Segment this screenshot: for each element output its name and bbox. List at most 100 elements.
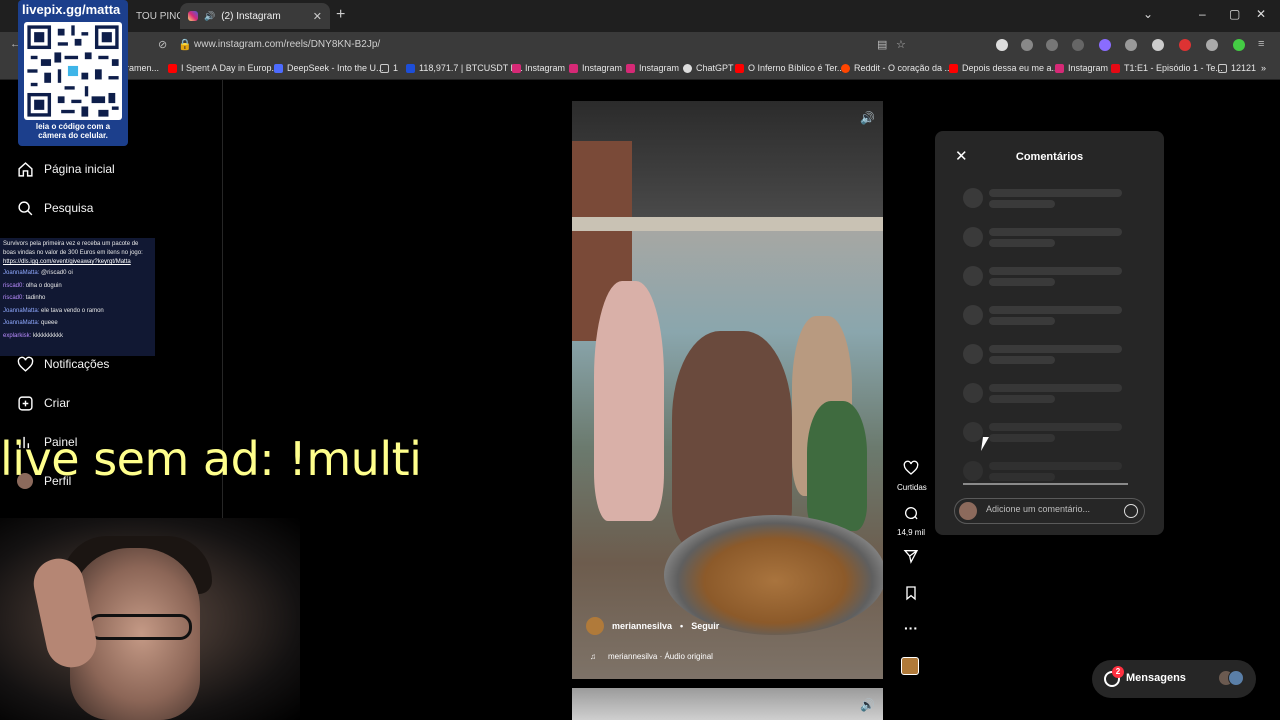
comment-skeleton [963,186,1123,208]
sidebar-item-search[interactable]: Pesquisa [16,196,93,220]
webcam-glasses [88,614,192,640]
more-bookmarks-icon[interactable]: » [1261,63,1266,73]
livepix-qr-overlay: livepix.gg/matta leia o código com a câm… [18,0,128,146]
streamer-webcam [0,518,300,720]
sidebar-item-home[interactable]: Página inicial [16,157,115,181]
messages-label: Mensagens [1126,672,1186,684]
bookmarks-bar: ramen... I Spent A Day in Europ... DeepS… [0,58,1280,80]
tab-list-chevron-icon[interactable]: ⌄ [1143,7,1153,21]
audio-thumbnail[interactable] [901,657,919,675]
extension-icon[interactable] [1206,39,1218,51]
bookmark[interactable]: ramen... [126,63,159,73]
like-button[interactable]: Curtidas [897,460,927,492]
extension-icon[interactable] [1179,39,1191,51]
browser-menu-icon[interactable]: ≡ [1258,38,1264,50]
comments-divider [963,483,1128,485]
lock-icon[interactable]: 🔒 [178,38,192,51]
comment-input-box[interactable] [954,498,1145,524]
sidebar-item-create[interactable]: Criar [16,391,70,415]
tab-instagram[interactable]: 🔊 (2) Instagram ✕ [180,3,330,29]
follow-button[interactable]: Seguir [691,621,719,631]
url-field[interactable]: www.instagram.com/reels/DNY8KN-B2Jp/ [194,39,380,50]
send-icon [903,550,919,564]
extension-icon[interactable] [1152,39,1164,51]
likes-label: Curtidas [897,483,927,492]
tab-label: (2) Instagram [221,10,281,22]
chat-promo-message: Survivors pela primeira vez e receba um … [3,241,143,265]
comment-skeleton [963,264,1123,286]
maximize-button[interactable]: ▢ [1229,7,1240,21]
sound-on-icon[interactable]: 🔊 [860,698,875,712]
bookmark-folder[interactable]: 12121 [1218,63,1256,73]
search-icon [16,199,34,217]
extension-icon[interactable] [1021,39,1033,51]
bookmark[interactable]: Depois dessa eu me a... [949,63,1059,73]
new-tab-button[interactable]: + [336,6,345,24]
bookmark[interactable]: Reddit - O coração da ... [841,63,952,73]
bookmark-star-icon[interactable]: ☆ [896,38,906,51]
messages-badge: 2 [1112,666,1124,678]
reel-audio[interactable]: ♫ meriannesilva · Áudio original [590,652,713,661]
save-button[interactable] [897,585,925,606]
close-tab-icon[interactable]: ✕ [313,10,322,23]
author-avatar[interactable] [586,617,604,635]
bookmark[interactable]: Instagram [1055,63,1108,73]
next-reel-preview[interactable]: 🔊 [572,688,883,720]
qr-pattern [27,25,119,117]
address-bar: ← ⊘ 🔒 www.instagram.com/reels/DNY8KN-B2J… [0,32,1280,58]
extension-icon[interactable] [1046,39,1058,51]
chat-message: explarkisk: kkkkkkkkkk [3,332,64,339]
bookmark[interactable]: Instagram [512,63,565,73]
minimize-button[interactable]: – [1199,7,1206,21]
bookmark[interactable]: O Inferno Bíblico é Ter... [735,63,844,73]
sidebar-item-label: Página inicial [44,162,115,176]
chat-message: JoannaMatta: @riscad0 oi [3,270,73,276]
reel-video[interactable]: 🔊 meriannesilva • Seguir ♫ meriannesilva… [572,101,883,679]
comment-button[interactable]: 14,9 mil [897,505,925,537]
speaker-icon[interactable]: 🔊 [204,11,215,22]
reader-view-icon[interactable]: ▤ [877,38,887,51]
qr-title: livepix.gg/matta [22,2,121,17]
chat-promo-link: https://dls.igg.com/event/giveaway?keyrg… [3,259,131,265]
heart-icon [903,460,919,475]
comment-skeleton [963,381,1123,403]
bookmark[interactable]: 118,971.7 | BTCUSDT P... [406,63,523,73]
extension-icon[interactable] [1099,39,1111,51]
bookmark[interactable]: Instagram [626,63,679,73]
comment-input[interactable] [986,504,1126,514]
emoji-icon[interactable] [1124,504,1138,518]
bookmark[interactable]: Instagram [569,63,622,73]
author-name[interactable]: meriannesilva [612,621,672,631]
bookmark[interactable]: ChatGPT [683,63,734,73]
sound-on-icon[interactable]: 🔊 [860,111,875,125]
bookmark[interactable]: T1:E1 - Episódio 1 - Te... [1111,63,1223,73]
comment-icon [905,507,918,520]
extension-icon[interactable] [996,39,1008,51]
share-button[interactable] [897,548,925,569]
chat-message: JoannaMatta: queee [3,320,58,326]
tab-label: TOU PINC [136,10,180,22]
window-close-button[interactable]: ✕ [1256,7,1266,21]
extension-icon[interactable] [1125,39,1137,51]
bookmark[interactable]: I Spent A Day in Europ... [168,63,279,73]
more-options-button[interactable]: ··· [897,620,925,636]
stream-banner-text: live sem ad: !multi [0,432,422,486]
separator-dot: • [680,621,684,631]
comment-skeleton [963,225,1123,247]
extension-icon[interactable] [1233,39,1245,51]
tab-background[interactable]: TOU PINC [128,3,180,29]
avatar [959,502,977,520]
plus-square-icon [16,394,34,412]
tracking-shield-icon[interactable]: ⊘ [158,38,167,51]
extension-icon[interactable] [1072,39,1084,51]
chat-message: JoannaMatta: ele tava vendo o ramon [3,307,104,314]
audio-label: meriannesilva · Áudio original [608,652,713,661]
messages-button[interactable]: 2 Mensagens [1092,660,1256,698]
reel-author[interactable]: meriannesilva • Seguir [586,617,719,635]
bookmark-folder[interactable]: 1 [380,63,398,73]
more-dots-icon: ··· [904,620,918,636]
bookmark[interactable]: DeepSeek - Into the U... [274,63,384,73]
sidebar-item-label: Notificações [44,357,110,371]
bookmark-icon [906,586,916,601]
sidebar-item-label: Pesquisa [44,201,94,215]
